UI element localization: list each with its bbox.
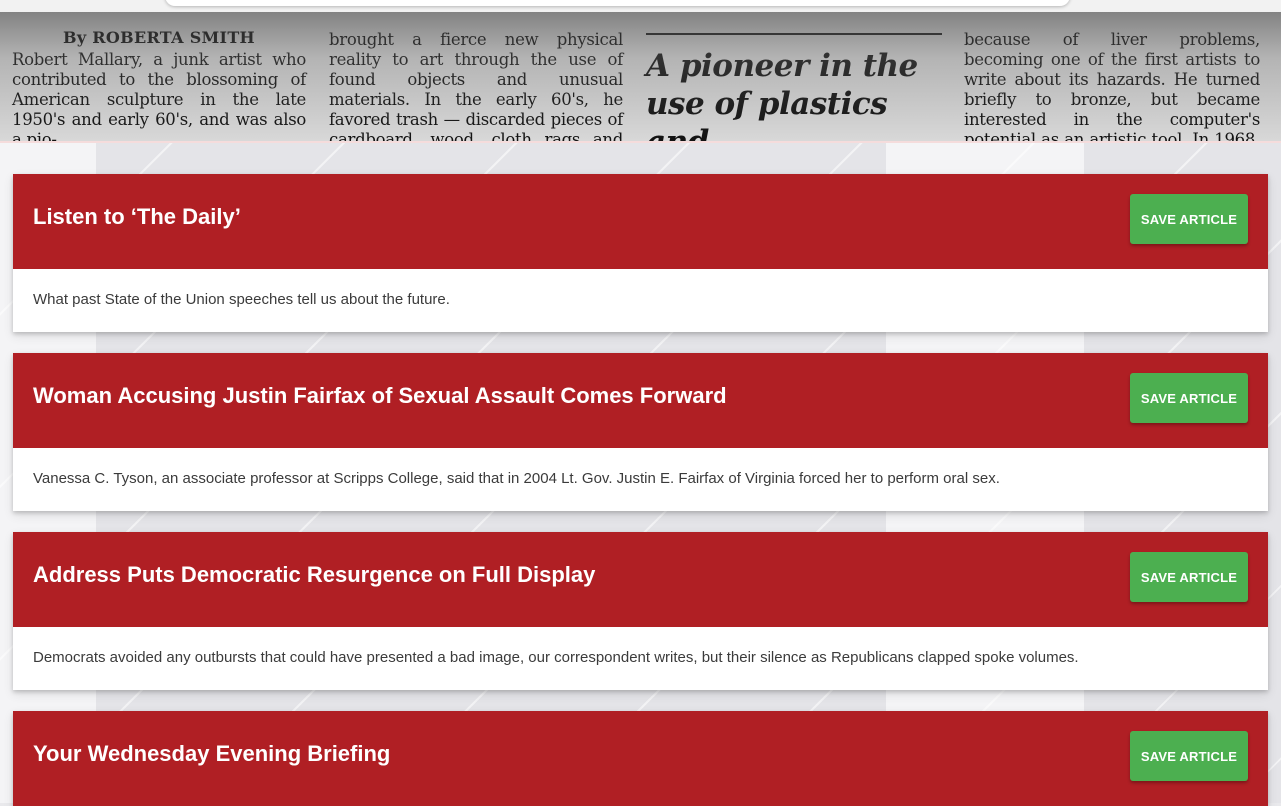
save-article-button[interactable]: SAVE ARTICLE: [1130, 552, 1248, 602]
article-summary: What past State of the Union speeches te…: [33, 291, 450, 308]
save-article-button[interactable]: SAVE ARTICLE: [1130, 731, 1248, 781]
newspaper-column-1: By ROBERTA SMITH Robert Mallary, a junk …: [12, 28, 306, 143]
article-card: Your Wednesday Evening Briefing SAVE ART…: [13, 711, 1268, 806]
save-article-button[interactable]: SAVE ARTICLE: [1130, 373, 1248, 423]
article-card-body: Democrats avoided any outbursts that cou…: [13, 627, 1268, 690]
article-title[interactable]: Listen to ‘The Daily’: [33, 204, 241, 230]
newspaper-header-image: By ROBERTA SMITH Robert Mallary, a junk …: [0, 0, 1281, 143]
pull-quote-rule: [646, 33, 942, 35]
article-summary: Democrats avoided any outbursts that cou…: [33, 649, 1079, 666]
header-divider: [0, 141, 1281, 143]
top-search-bar[interactable]: [165, 0, 1070, 6]
article-card-body: What past State of the Union speeches te…: [13, 269, 1268, 332]
article-title[interactable]: Address Puts Democratic Resurgence on Fu…: [33, 562, 595, 588]
article-title[interactable]: Your Wednesday Evening Briefing: [33, 741, 390, 767]
article-card-header: Listen to ‘The Daily’ SAVE ARTICLE: [13, 174, 1268, 269]
newspaper-column-2: brought a fierce new physical reality to…: [329, 30, 623, 143]
newspaper-byline: By ROBERTA SMITH: [63, 28, 255, 47]
newspaper-column-4: because of liver problems, becoming one …: [964, 30, 1260, 143]
save-article-button[interactable]: SAVE ARTICLE: [1130, 194, 1248, 244]
article-card: Address Puts Democratic Resurgence on Fu…: [13, 532, 1268, 690]
article-card: Woman Accusing Justin Fairfax of Sexual …: [13, 353, 1268, 511]
article-title[interactable]: Woman Accusing Justin Fairfax of Sexual …: [33, 383, 727, 409]
article-card-body: Vanessa C. Tyson, an associate professor…: [13, 448, 1268, 511]
newspaper-column-1-text: Robert Mallary, a junk artist who contri…: [12, 50, 306, 143]
article-card: Listen to ‘The Daily’ SAVE ARTICLE What …: [13, 174, 1268, 332]
article-card-header: Your Wednesday Evening Briefing SAVE ART…: [13, 711, 1268, 806]
newspaper-pull-quote: A pioneer in the use of plastics and: [646, 48, 918, 143]
article-card-header: Woman Accusing Justin Fairfax of Sexual …: [13, 353, 1268, 448]
article-card-header: Address Puts Democratic Resurgence on Fu…: [13, 532, 1268, 627]
article-summary: Vanessa C. Tyson, an associate professor…: [33, 470, 1000, 487]
